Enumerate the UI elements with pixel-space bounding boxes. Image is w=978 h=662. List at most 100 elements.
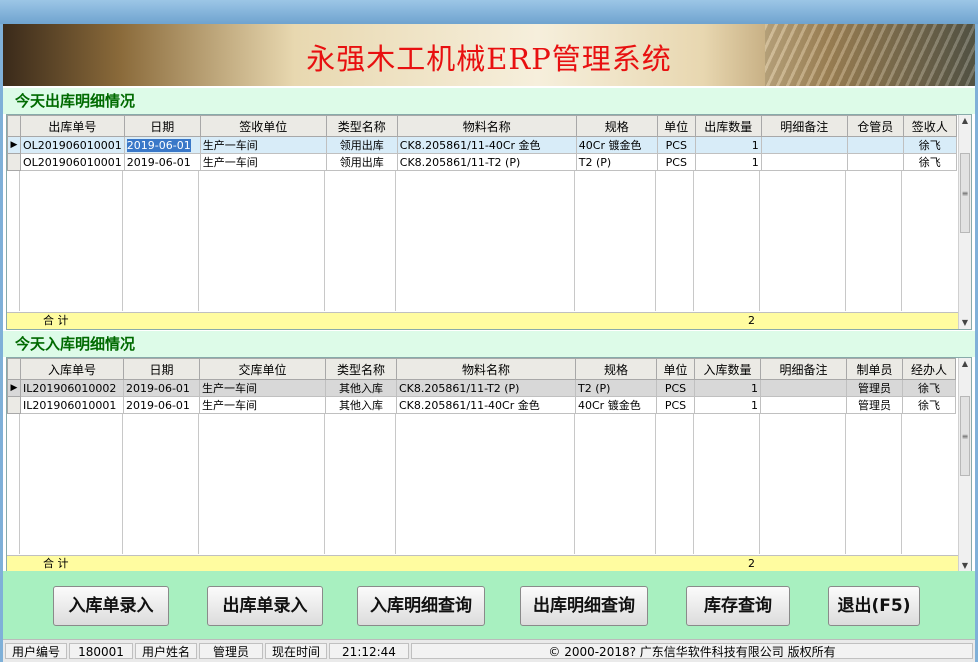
cell-receiver[interactable]: 徐飞 (902, 153, 957, 171)
outbound-header-row: 出库单号 日期 签收单位 类型名称 物料名称 规格 单位 出库数量 明细备注 仓… (7, 115, 957, 137)
cell-keeper[interactable] (846, 136, 904, 154)
cell-handler[interactable]: 徐飞 (902, 396, 956, 414)
exit-button[interactable]: 退出(F5) (828, 586, 920, 626)
col-header[interactable]: 签收单位 (199, 115, 327, 137)
cell-uom[interactable]: PCS (656, 379, 695, 397)
user-name-label: 用户姓名 (135, 643, 197, 659)
col-header[interactable]: 单位 (656, 115, 696, 137)
col-header[interactable]: 类型名称 (325, 115, 398, 137)
col-header[interactable]: 经办人 (902, 358, 956, 380)
cell-uom[interactable]: PCS (656, 396, 695, 414)
table-row[interactable]: ▶ OL201906010001 2019-06-01 生产一车间 领用出库 C… (7, 136, 957, 154)
table-row[interactable]: ▶ IL201906010002 2019-06-01 生产一车间 其他入库 C… (7, 379, 956, 397)
cell-qty[interactable]: 1 (694, 379, 761, 397)
cell-material[interactable]: CK8.205861/11-40Cr 金色 (396, 396, 576, 414)
row-indicator (7, 153, 21, 171)
user-id-label: 用户编号 (5, 643, 67, 659)
inbound-scrollbar[interactable]: ▲ ≡ ▼ (958, 358, 971, 572)
cell-type[interactable]: 领用出库 (325, 153, 398, 171)
col-header[interactable]: 类型名称 (325, 358, 397, 380)
cell-date[interactable]: 2019-06-01 (123, 153, 201, 171)
cell-type[interactable]: 其他入库 (325, 396, 397, 414)
cell-unit[interactable]: 生产一车间 (199, 136, 327, 154)
scroll-down-icon[interactable]: ▼ (959, 317, 971, 329)
user-name-value: 管理员 (199, 643, 263, 659)
inbound-query-button[interactable]: 入库明细查询 (357, 586, 485, 626)
cell-type[interactable]: 其他入库 (325, 379, 397, 397)
cell-spec[interactable]: T2 (P) (575, 153, 658, 171)
table-row[interactable]: OL201906010001 2019-06-01 生产一车间 领用出库 CK8… (7, 153, 957, 171)
col-header[interactable]: 出库单号 (20, 115, 125, 137)
row-indicator-header (7, 115, 21, 137)
cell-receiver[interactable]: 徐飞 (902, 136, 957, 154)
cell-spec[interactable]: 40Cr 镀金色 (575, 396, 657, 414)
cell-note[interactable] (760, 153, 848, 171)
col-header[interactable]: 日期 (123, 115, 201, 137)
col-header[interactable]: 规格 (575, 358, 657, 380)
cell-date[interactable]: 2019-06-01 (123, 136, 201, 154)
outbound-entry-button[interactable]: 出库单录入 (207, 586, 323, 626)
stock-query-button[interactable]: 库存查询 (686, 586, 790, 626)
outbound-scrollbar[interactable]: ▲ ≡ ▼ (958, 115, 971, 329)
scroll-thumb[interactable]: ≡ (960, 153, 970, 233)
cell-qty[interactable]: 1 (694, 396, 761, 414)
col-header[interactable]: 明细备注 (760, 358, 847, 380)
cell-date[interactable]: 2019-06-01 (123, 396, 200, 414)
scroll-thumb[interactable]: ≡ (960, 396, 970, 476)
col-header[interactable]: 日期 (123, 358, 200, 380)
col-header[interactable]: 明细备注 (760, 115, 848, 137)
cell-qty[interactable]: 1 (694, 136, 762, 154)
cell-creator[interactable]: 管理员 (846, 396, 903, 414)
col-header[interactable]: 仓管员 (846, 115, 904, 137)
inbound-entry-button[interactable]: 入库单录入 (53, 586, 169, 626)
cell-doc-no[interactable]: OL201906010001 (20, 136, 125, 154)
cell-uom[interactable]: PCS (656, 153, 696, 171)
col-header[interactable]: 出库数量 (694, 115, 762, 137)
current-row-arrow-icon: ▶ (7, 136, 21, 154)
inbound-grid[interactable]: 入库单号 日期 交库单位 类型名称 物料名称 规格 单位 入库数量 明细备注 制… (6, 357, 972, 573)
col-header[interactable]: 入库单号 (20, 358, 124, 380)
cell-material[interactable]: CK8.205861/11-T2 (P) (396, 379, 576, 397)
scroll-up-icon[interactable]: ▲ (959, 115, 971, 127)
col-header[interactable]: 单位 (656, 358, 695, 380)
cell-doc-no[interactable]: IL201906010001 (20, 396, 124, 414)
cell-creator[interactable]: 管理员 (846, 379, 903, 397)
total-qty: 2 (748, 557, 755, 570)
col-header[interactable]: 入库数量 (694, 358, 761, 380)
col-header[interactable]: 签收人 (902, 115, 957, 137)
col-header[interactable]: 物料名称 (396, 358, 576, 380)
cell-date-selected[interactable]: 2019-06-01 (126, 138, 191, 152)
cell-note[interactable] (760, 379, 847, 397)
col-header[interactable]: 交库单位 (199, 358, 326, 380)
outbound-grid[interactable]: 出库单号 日期 签收单位 类型名称 物料名称 规格 单位 出库数量 明细备注 仓… (6, 114, 972, 330)
status-bar: 用户编号 180001 用户姓名 管理员 现在时间 21:12:44 © 200… (3, 639, 975, 662)
cell-doc-no[interactable]: OL201906010001 (20, 153, 125, 171)
cell-material[interactable]: CK8.205861/11-T2 (P) (396, 153, 577, 171)
cell-unit[interactable]: 生产一车间 (199, 396, 326, 414)
inbound-header-row: 入库单号 日期 交库单位 类型名称 物料名称 规格 单位 入库数量 明细备注 制… (7, 358, 956, 380)
col-header[interactable]: 规格 (575, 115, 658, 137)
cell-keeper[interactable] (846, 153, 904, 171)
total-label: 合 计 (43, 314, 69, 327)
col-header[interactable]: 物料名称 (396, 115, 577, 137)
outbound-query-button[interactable]: 出库明细查询 (520, 586, 648, 626)
col-header[interactable]: 制单员 (846, 358, 903, 380)
cell-qty[interactable]: 1 (694, 153, 762, 171)
cell-unit[interactable]: 生产一车间 (199, 153, 327, 171)
cell-spec[interactable]: T2 (P) (575, 379, 657, 397)
cell-handler[interactable]: 徐飞 (902, 379, 956, 397)
cell-unit[interactable]: 生产一车间 (199, 379, 326, 397)
cell-uom[interactable]: PCS (656, 136, 696, 154)
cell-material[interactable]: CK8.205861/11-40Cr 金色 (396, 136, 577, 154)
time-value: 21:12:44 (329, 643, 409, 659)
cell-type[interactable]: 领用出库 (325, 136, 398, 154)
cell-note[interactable] (760, 396, 847, 414)
outbound-table: 出库单号 日期 签收单位 类型名称 物料名称 规格 单位 出库数量 明细备注 仓… (7, 115, 957, 171)
cell-note[interactable] (760, 136, 848, 154)
scroll-up-icon[interactable]: ▲ (959, 358, 971, 370)
table-row[interactable]: IL201906010001 2019-06-01 生产一车间 其他入库 CK8… (7, 396, 956, 414)
app-title: 永强木工机械ERP管理系统 (306, 42, 672, 76)
cell-spec[interactable]: 40Cr 镀金色 (575, 136, 658, 154)
cell-date[interactable]: 2019-06-01 (123, 379, 200, 397)
cell-doc-no[interactable]: IL201906010002 (20, 379, 124, 397)
